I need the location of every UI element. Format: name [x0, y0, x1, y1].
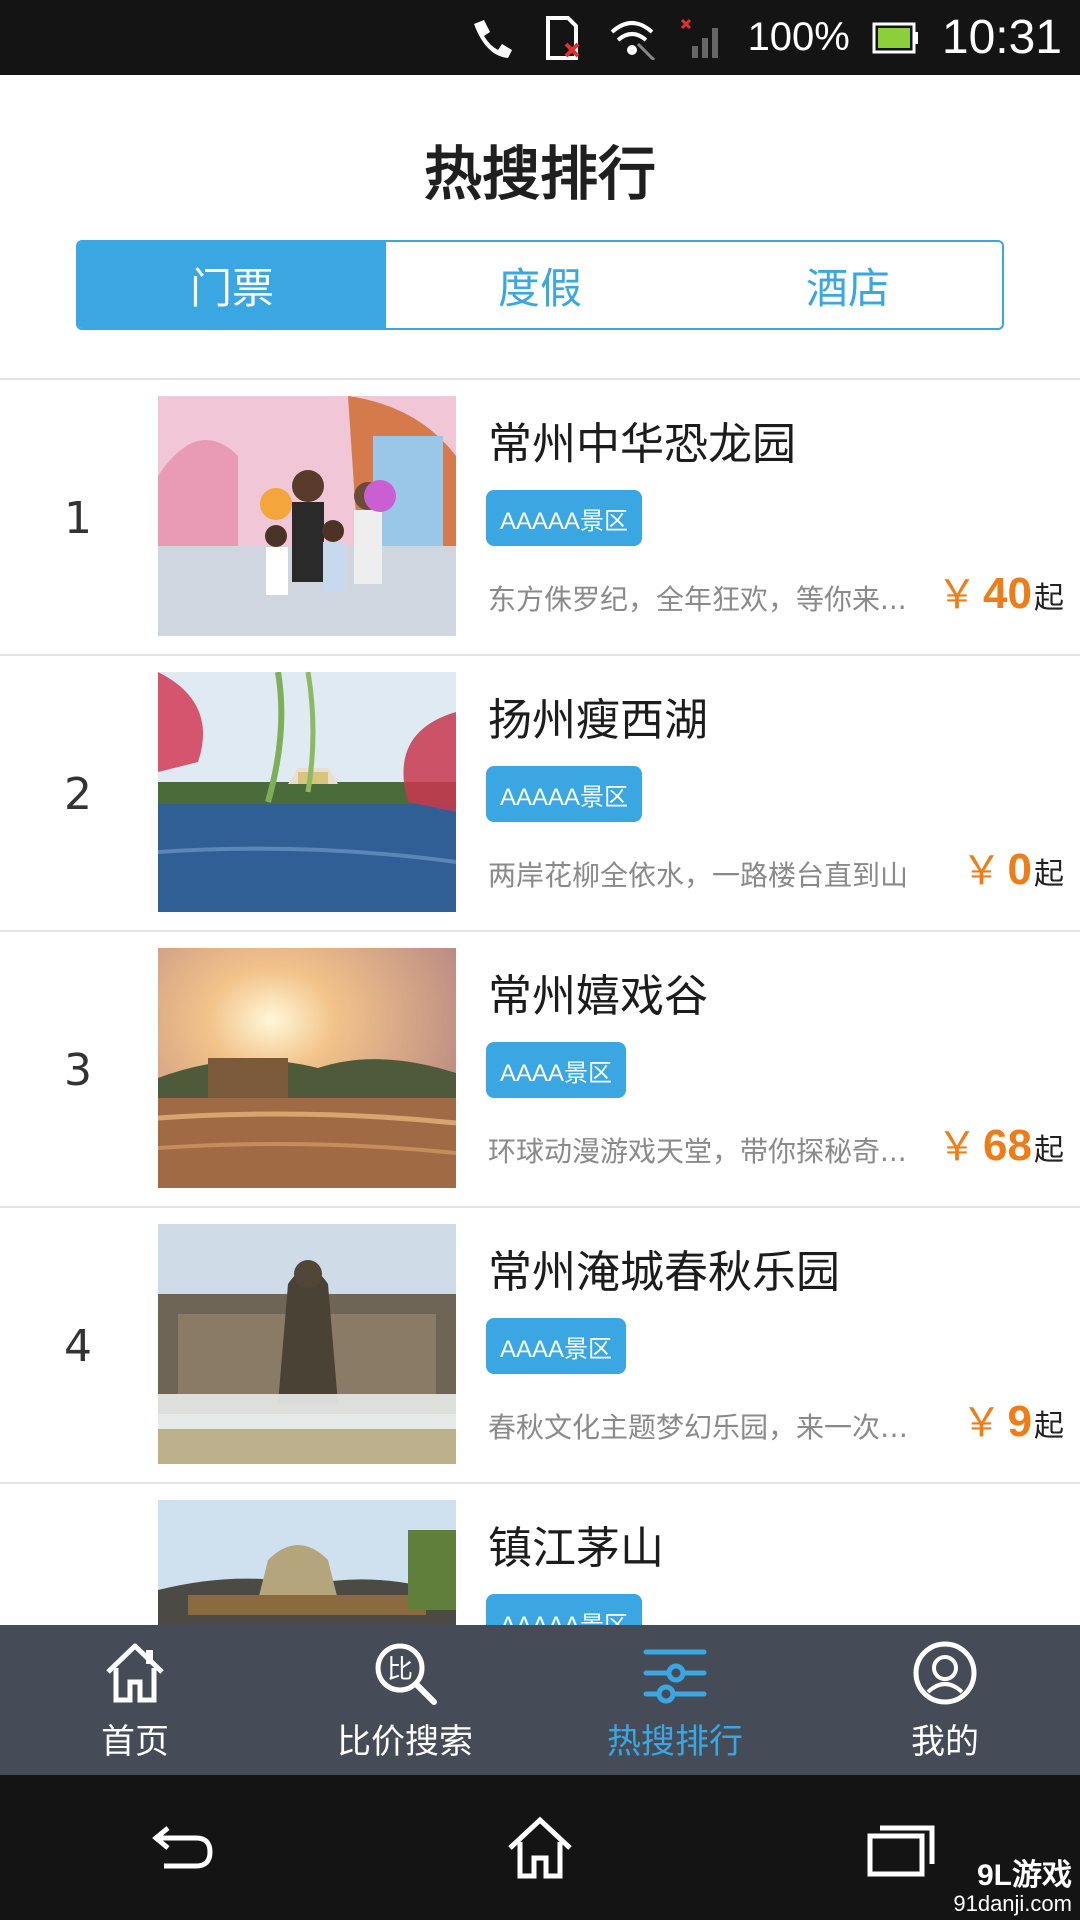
list-item[interactable]: 4 常州淹城春秋乐园 AAAA景区 春秋文化主题梦幻乐园，来一次穿... ￥ 9…	[0, 1208, 1080, 1484]
rating-badge: AAAAA景区	[486, 766, 643, 822]
nav-mine[interactable]: 我的	[810, 1625, 1080, 1775]
tab-vacation[interactable]: 度假	[386, 242, 694, 328]
page-header: 热搜排行 门票 度假 酒店	[0, 75, 1080, 380]
nav-label: 比价搜索	[337, 1721, 473, 1762]
attraction-description: 东方侏罗纪，全年狂欢，等你来...	[488, 583, 907, 616]
attraction-photo	[158, 948, 456, 1188]
currency-symbol: ￥	[937, 572, 978, 618]
price-suffix: 起	[1034, 857, 1064, 892]
battery-percent: 100%	[747, 15, 850, 59]
price-suffix: 起	[1034, 1133, 1064, 1168]
signal-icon	[680, 18, 718, 58]
home-icon[interactable]	[500, 1808, 580, 1888]
attraction-name: 常州淹城春秋乐园	[488, 1247, 840, 1298]
nav-label: 热搜排行	[607, 1721, 743, 1762]
nav-compare-search[interactable]: 比 比价搜索	[270, 1625, 540, 1775]
wifi-icon	[610, 20, 655, 60]
profile-icon	[913, 1641, 977, 1704]
rating-badge: AAAAA景区	[486, 1594, 643, 1625]
attraction-photo	[158, 396, 456, 636]
price: ￥ 40 起	[937, 562, 1064, 620]
sd-card-icon	[545, 15, 579, 60]
currency-symbol: ￥	[961, 1400, 1002, 1446]
bottom-nav: 首页 比 比价搜索 热搜排行 我的	[0, 1625, 1080, 1775]
attraction-name: 镇江茅山	[488, 1523, 664, 1574]
rank-number: 2	[64, 768, 92, 820]
price-value: 68	[983, 1121, 1032, 1170]
category-tabs: 门票 度假 酒店	[76, 240, 1004, 330]
nav-hot-ranking[interactable]: 热搜排行	[540, 1625, 810, 1775]
nav-label: 首页	[101, 1721, 169, 1762]
currency-symbol: ￥	[937, 1124, 978, 1170]
nav-label: 我的	[911, 1721, 979, 1762]
rank-number: 1	[64, 492, 92, 544]
list-item[interactable]: 2 扬州瘦西湖 AAAAA景区 两岸花柳全依水，一路楼台直到山 ￥ 0 起	[0, 656, 1080, 932]
price-value: 0	[1007, 845, 1032, 894]
attraction-name: 扬州瘦西湖	[488, 695, 708, 746]
rating-badge: AAAA景区	[486, 1042, 627, 1098]
list-item[interactable]: 1 常州中华恐龙园 AAAAA景区 东方侏罗纪，全年狂欢，等你来... ￥ 40…	[0, 380, 1080, 656]
ranking-list: 1 常州中华恐龙园 AAAAA景区 东方侏罗纪，全年狂欢，等你来... ￥ 40…	[0, 380, 1080, 1625]
rank-number: 4	[64, 1320, 92, 1372]
clock: 10:31	[941, 11, 1062, 64]
system-nav-bar: 9L游戏 91danji.com	[0, 1775, 1080, 1920]
ranking-sliders-icon	[643, 1649, 707, 1703]
list-item[interactable]: 3 常州嬉戏谷 AAAA景区 环球动漫游戏天堂，带你探秘奇... ￥ 68 起	[0, 932, 1080, 1208]
attraction-name: 常州中华恐龙园	[488, 419, 796, 470]
svg-text:比: 比	[387, 1655, 413, 1685]
price-value: 40	[983, 569, 1032, 618]
tab-hotel[interactable]: 酒店	[694, 242, 1002, 328]
currency-symbol: ￥	[961, 848, 1002, 894]
attraction-description: 环球动漫游戏天堂，带你探秘奇...	[488, 1135, 907, 1168]
phone-icon	[473, 19, 512, 58]
price-suffix: 起	[1034, 581, 1064, 616]
list-item[interactable]: 5 镇江茅山 AAAAA景区	[0, 1484, 1080, 1625]
nav-home[interactable]: 首页	[0, 1625, 270, 1775]
price-suffix: 起	[1034, 1409, 1064, 1444]
attraction-name: 常州嬉戏谷	[488, 971, 708, 1022]
rating-badge: AAAAA景区	[486, 490, 643, 546]
price: ￥ 0 起	[962, 838, 1064, 896]
price-value: 9	[1007, 1397, 1032, 1446]
back-icon[interactable]	[140, 1808, 220, 1888]
tab-tickets[interactable]: 门票	[78, 242, 386, 328]
recent-apps-icon[interactable]	[860, 1808, 940, 1888]
attraction-photo	[158, 1224, 456, 1464]
page-title: 热搜排行	[423, 140, 656, 208]
price: ￥ 68 起	[937, 1114, 1064, 1172]
attraction-photo	[158, 1500, 456, 1625]
rank-number: 3	[64, 1044, 92, 1096]
attraction-description: 春秋文化主题梦幻乐园，来一次穿...	[488, 1411, 928, 1444]
attraction-photo	[158, 672, 456, 912]
status-bar: 100% 10:31	[0, 0, 1080, 75]
home-icon	[106, 1643, 164, 1702]
compare-search-icon: 比	[375, 1643, 437, 1705]
rating-badge: AAAA景区	[486, 1318, 627, 1374]
attraction-description: 两岸花柳全依水，一路楼台直到山	[488, 859, 909, 892]
price: ￥ 9 起	[962, 1390, 1064, 1448]
rank-number: 5	[48, 1484, 108, 1625]
watermark: 9L游戏 91danji.com	[953, 1858, 1072, 1916]
battery-icon	[872, 22, 918, 53]
